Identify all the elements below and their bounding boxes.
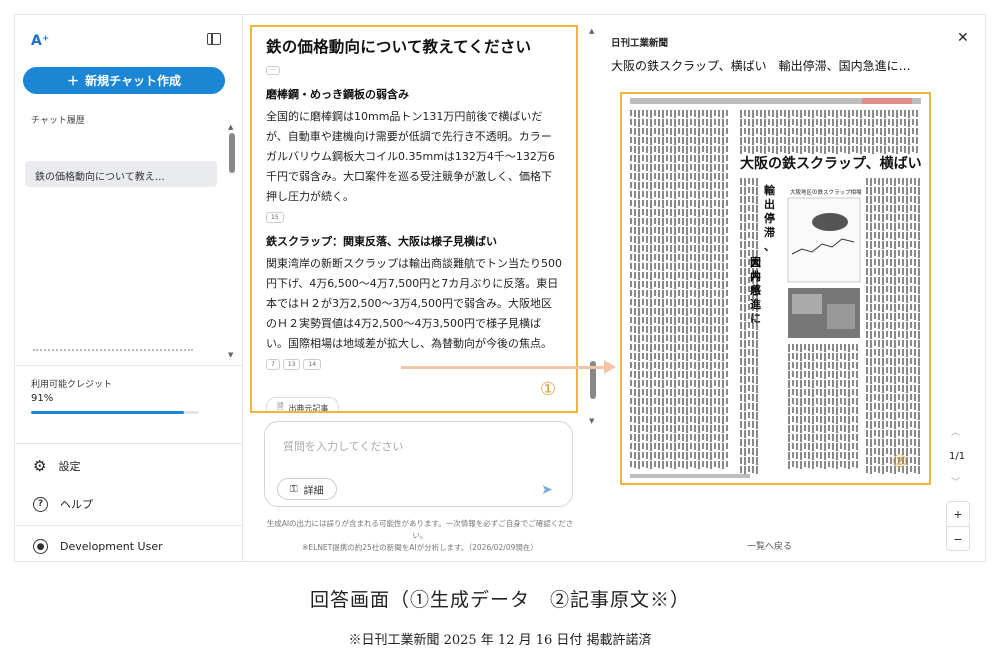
page-indicator: 1/1 bbox=[949, 451, 966, 462]
help-label: ヘルプ bbox=[60, 498, 93, 511]
document-icon: 🗎 bbox=[277, 402, 284, 411]
article-panel: 日刊工業新聞 ✕ 大阪の鉄スクラップ、横ばい 輸出停滞、国内急進に… 大阪の鉄ス… bbox=[597, 15, 985, 561]
user-name: Development User bbox=[60, 540, 163, 553]
headline: 大阪の鉄スクラップ、横ばい bbox=[740, 155, 922, 172]
disclaimer: 生成AIの出力には誤りが含まれる可能性があります。一次情報を必ずご自身でご確認く… bbox=[260, 518, 580, 554]
question-input-box: ⚿ 詳細 ➤ bbox=[264, 421, 573, 507]
new-chat-button[interactable]: ＋ 新規チャット作成 bbox=[23, 67, 225, 94]
close-icon: ✕ bbox=[957, 29, 969, 45]
scroll-up-icon[interactable]: ▲ bbox=[228, 123, 233, 131]
source-article-button[interactable]: 🗎 出典元記事 bbox=[266, 397, 340, 413]
citation-badge[interactable]: 15 bbox=[266, 212, 284, 223]
disclaimer-line: 生成AIの出力には誤りが含まれる可能性があります。一次情報を必ずご自身でご確認く… bbox=[266, 519, 574, 540]
subheadline-char: 輸 bbox=[764, 183, 776, 197]
history-scrollbar[interactable]: ▲ ▼ bbox=[228, 123, 235, 359]
subheadline-char: に bbox=[750, 312, 761, 325]
subheadline-char: 感 bbox=[750, 283, 761, 297]
close-button[interactable]: ✕ bbox=[957, 29, 969, 46]
settings-link[interactable]: ⚙ 設定 bbox=[33, 457, 80, 475]
subheadline-char: 、 bbox=[764, 240, 775, 253]
marker-1: ① bbox=[540, 379, 557, 400]
citations: 15 bbox=[266, 212, 562, 223]
figure-caption: 回答画面（①生成データ ②記事原文※） bbox=[309, 589, 690, 611]
credit-progress-bar bbox=[31, 411, 199, 414]
question-title: 鉄の価格動向について教えてください bbox=[266, 38, 532, 56]
detail-button[interactable]: ⚿ 詳細 bbox=[277, 478, 337, 500]
back-to-list-link[interactable]: 一覧へ戻る bbox=[747, 539, 792, 552]
zoom-control: + − bbox=[946, 501, 970, 551]
divider bbox=[15, 525, 243, 526]
send-button[interactable]: ➤ bbox=[541, 481, 553, 498]
subheadline-char: 大 bbox=[750, 255, 761, 269]
app-logo: A⁺ bbox=[31, 33, 50, 49]
disclaimer-line: ※ELNET提携の約25社の新聞をAIが分析します。（2026/02/09現在） bbox=[302, 543, 538, 552]
plus-icon: ＋ bbox=[67, 74, 80, 88]
user-avatar-icon: ● bbox=[33, 539, 48, 554]
chat-history-label: チャット履歴 bbox=[31, 116, 85, 126]
zoom-out-button[interactable]: − bbox=[947, 527, 969, 551]
newspaper-article-image: 大阪の鉄スクラップ、横ばい 輸出停滞、国内急進に大井感 大阪地区の鉄スクラップ相… bbox=[620, 92, 931, 485]
source-article-label: 出典元記事 bbox=[288, 403, 329, 413]
subheadline-char: 井 bbox=[750, 269, 761, 283]
divider bbox=[15, 443, 243, 444]
subheadline-char: 進 bbox=[750, 297, 762, 311]
section-body: 関東湾岸の新断スクラップは輸出商談難航でトン当たり500円下げ、4万6,500〜… bbox=[266, 257, 562, 350]
credit-progress-fill bbox=[31, 411, 184, 414]
figure-credit: ※日刊工業新聞 2025 年 12 月 16 日付 掲載許諾済 bbox=[348, 633, 652, 648]
citation-badge[interactable]: 7 bbox=[266, 359, 280, 370]
copy-chip[interactable]: ··· bbox=[266, 66, 280, 75]
settings-slider-icon: ⚿ bbox=[290, 483, 298, 495]
chart-caption: 大阪地区の鉄スクラップ相場 bbox=[790, 188, 862, 196]
newspaper-name: 日刊工業新聞 bbox=[611, 38, 669, 49]
scroll-down-icon[interactable]: ▼ bbox=[228, 351, 233, 359]
history-item-faded bbox=[33, 349, 193, 352]
gear-icon: ⚙ bbox=[33, 457, 47, 475]
zoom-in-button[interactable]: + bbox=[947, 502, 969, 526]
credit-label: 利用可能クレジット bbox=[31, 380, 113, 390]
page-down-icon[interactable]: ﹀ bbox=[951, 475, 960, 488]
new-chat-label: 新規チャット作成 bbox=[85, 74, 181, 88]
article-title: 大阪の鉄スクラップ、横ばい 輸出停滞、国内急進に… bbox=[611, 59, 911, 73]
answer-panel: 鉄の価格動向について教えてください ··· 磨棒鋼・めっき鋼板の弱含み 全国的に… bbox=[250, 25, 578, 413]
scroll-down-icon[interactable]: ▼ bbox=[589, 417, 594, 425]
marker-2: ② bbox=[892, 452, 908, 472]
scroll-up-icon[interactable]: ▲ bbox=[589, 27, 594, 35]
history-item[interactable]: 鉄の価格動向について教え… bbox=[25, 161, 217, 187]
subheadline-char: 滞 bbox=[764, 225, 775, 239]
send-icon: ➤ bbox=[541, 481, 553, 497]
history-scroll-thumb[interactable] bbox=[229, 133, 235, 173]
credit-value: 91% bbox=[31, 393, 54, 404]
page-up-icon[interactable]: ︿ bbox=[951, 425, 960, 438]
section-heading: 鉄スクラップ：関東反落、大阪は様子見横ばい bbox=[266, 235, 497, 248]
annotation-arrow-icon bbox=[604, 360, 616, 374]
settings-label: 設定 bbox=[58, 460, 81, 473]
subheadline-char: 出 bbox=[764, 197, 775, 211]
sidebar: A⁺ ＋ 新規チャット作成 チャット履歴 鉄の価格動向について教え… ▲ ▼ 利… bbox=[15, 15, 243, 561]
user-menu[interactable]: ● Development User bbox=[33, 539, 163, 554]
newspaper-scan-icon: 大阪の鉄スクラップ、横ばい 輸出停滞、国内急進に大井感 大阪地区の鉄スクラップ相… bbox=[622, 94, 929, 483]
sidebar-toggle-icon[interactable] bbox=[207, 33, 221, 45]
subheadline-char: 停 bbox=[764, 211, 775, 225]
question-input[interactable] bbox=[283, 438, 553, 458]
help-icon: ? bbox=[33, 496, 48, 512]
detail-label: 詳細 bbox=[303, 485, 324, 497]
chat-scrollbar[interactable]: ▲ ▼ bbox=[589, 27, 596, 425]
annotation-arrow-line bbox=[401, 366, 606, 369]
section-body: 全国的に磨棒鋼は10mm品トン131万円前後で横ばいだが、自動車や建機向け需要が… bbox=[266, 110, 555, 203]
divider bbox=[15, 365, 243, 366]
section-heading: 磨棒鋼・めっき鋼板の弱含み bbox=[266, 88, 409, 101]
app-window: A⁺ ＋ 新規チャット作成 チャット履歴 鉄の価格動向について教え… ▲ ▼ 利… bbox=[14, 14, 986, 562]
citation-badge[interactable]: 14 bbox=[303, 359, 322, 370]
help-link[interactable]: ? ヘルプ bbox=[33, 496, 93, 512]
citation-badge[interactable]: 13 bbox=[282, 359, 301, 370]
